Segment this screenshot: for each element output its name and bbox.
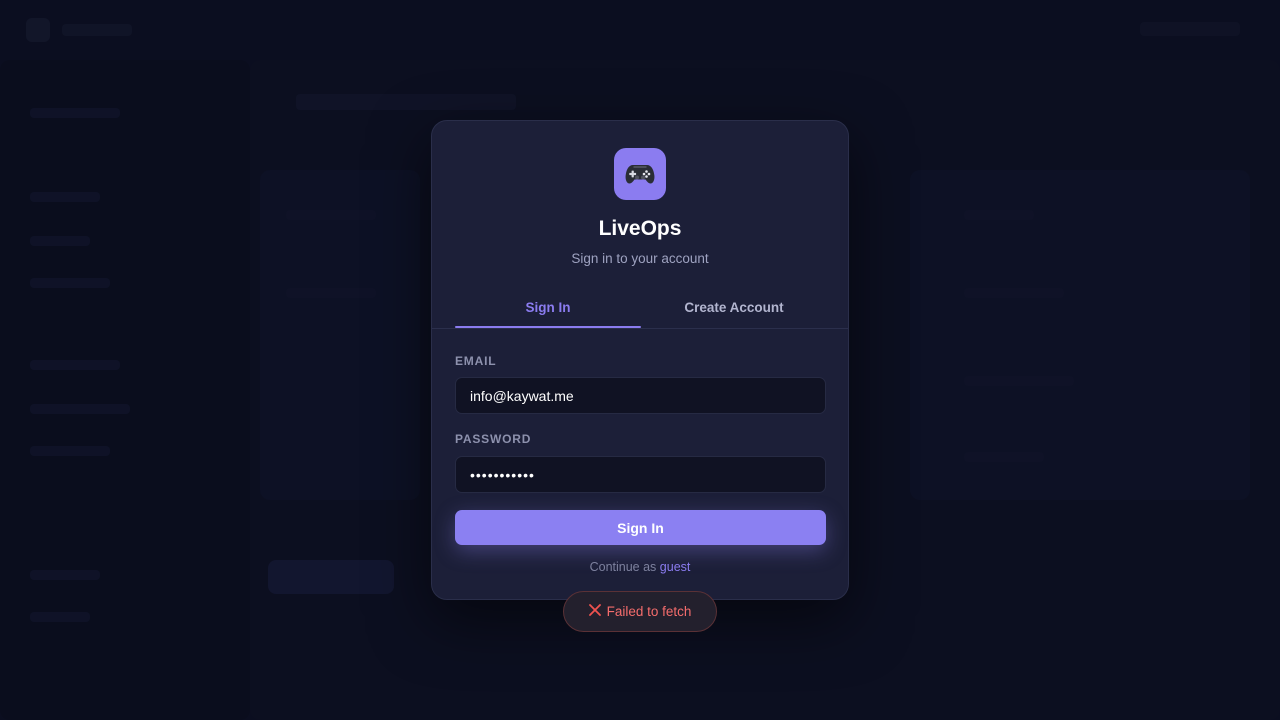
guest-prompt: Continue as guest — [432, 560, 848, 574]
gamepad-icon — [614, 148, 666, 200]
guest-link[interactable]: guest — [660, 560, 691, 574]
sign-in-button[interactable]: Sign In — [455, 510, 826, 545]
toast-message: Failed to fetch — [606, 604, 692, 619]
guest-prefix: Continue as — [589, 560, 657, 574]
email-label: EMAIL — [455, 354, 497, 368]
login-dialog: LiveOps Sign in to your account Sign In … — [431, 120, 849, 600]
password-field[interactable] — [455, 456, 826, 493]
app-subtitle: Sign in to your account — [571, 251, 709, 266]
app-title: LiveOps — [598, 217, 682, 240]
auth-tabs: Sign In Create Account — [432, 287, 848, 329]
tab-create-account[interactable]: Create Account — [641, 287, 827, 327]
email-field[interactable] — [455, 377, 826, 414]
close-icon[interactable] — [588, 604, 601, 619]
tab-sign-in[interactable]: Sign In — [455, 287, 641, 328]
error-toast: Failed to fetch — [563, 591, 717, 632]
password-label: PASSWORD — [455, 432, 532, 446]
